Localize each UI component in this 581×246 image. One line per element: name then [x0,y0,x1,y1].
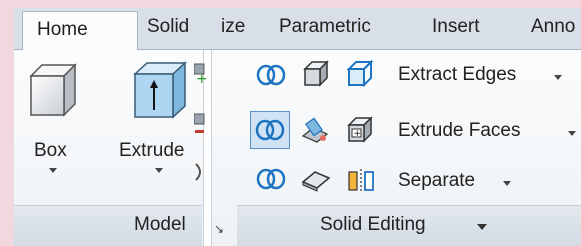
interfere-icon[interactable] [256,64,286,86]
model-panel-title: Model [134,214,186,235]
union-icon[interactable]: + [194,62,206,84]
extract-edges-icon[interactable] [346,60,374,88]
svg-text:+: + [354,129,362,139]
imprint-button-selected[interactable] [250,111,290,149]
tab-visualize[interactable]: ize [221,16,245,38]
dialog-launcher-icon[interactable]: ↘ [214,222,224,236]
separate-dropdown[interactable] [503,181,511,186]
solid-editing-panel-footer[interactable]: Solid Editing [237,205,581,246]
extract-edges-label[interactable]: Extract Edges [398,64,516,86]
separate-icon[interactable] [346,168,376,194]
box-icon [29,63,77,117]
offset-edge-icon[interactable] [301,168,331,192]
tab-home-label: Home [37,19,88,40]
model-panel-footer[interactable]: Model [14,205,202,246]
extrude-label: Extrude [119,140,185,161]
ribbon-panel-area: Model ↘ Solid Editing Box Extrude + Extr… [14,50,581,246]
extrude-faces-label[interactable]: Extrude Faces [398,120,521,142]
tab-annotate[interactable]: Anno [531,16,575,38]
intersect-icon[interactable] [194,162,206,182]
imprint-icon [255,119,285,141]
extrude-icon [133,61,187,119]
tab-solid[interactable]: Solid [147,16,189,38]
solid-editing-panel-title: Solid Editing [320,214,426,235]
shell-icon[interactable] [301,60,331,88]
clean-icon[interactable] [301,116,331,144]
chevron-down-icon[interactable] [477,224,487,230]
extrude-faces-dropdown[interactable] [568,131,576,136]
extrude-dropdown-caret[interactable] [155,168,163,173]
tab-insert[interactable]: Insert [432,16,480,38]
ribbon-tab-bar: Home Solid ize Parametric Insert Anno [14,8,581,51]
svg-text:+: + [196,71,206,84]
slice-icon[interactable] [256,168,286,190]
separate-label[interactable]: Separate [398,170,475,192]
tab-parametric[interactable]: Parametric [279,16,371,38]
box-label: Box [34,140,67,161]
extrude-faces-icon[interactable]: + [346,116,374,144]
box-button[interactable]: Box [24,58,82,188]
tab-home[interactable]: Home [22,11,138,51]
subtract-icon[interactable] [194,112,206,136]
extract-edges-dropdown[interactable] [554,75,562,80]
box-dropdown-caret[interactable] [49,168,57,173]
extrude-button[interactable]: Extrude [119,58,199,188]
